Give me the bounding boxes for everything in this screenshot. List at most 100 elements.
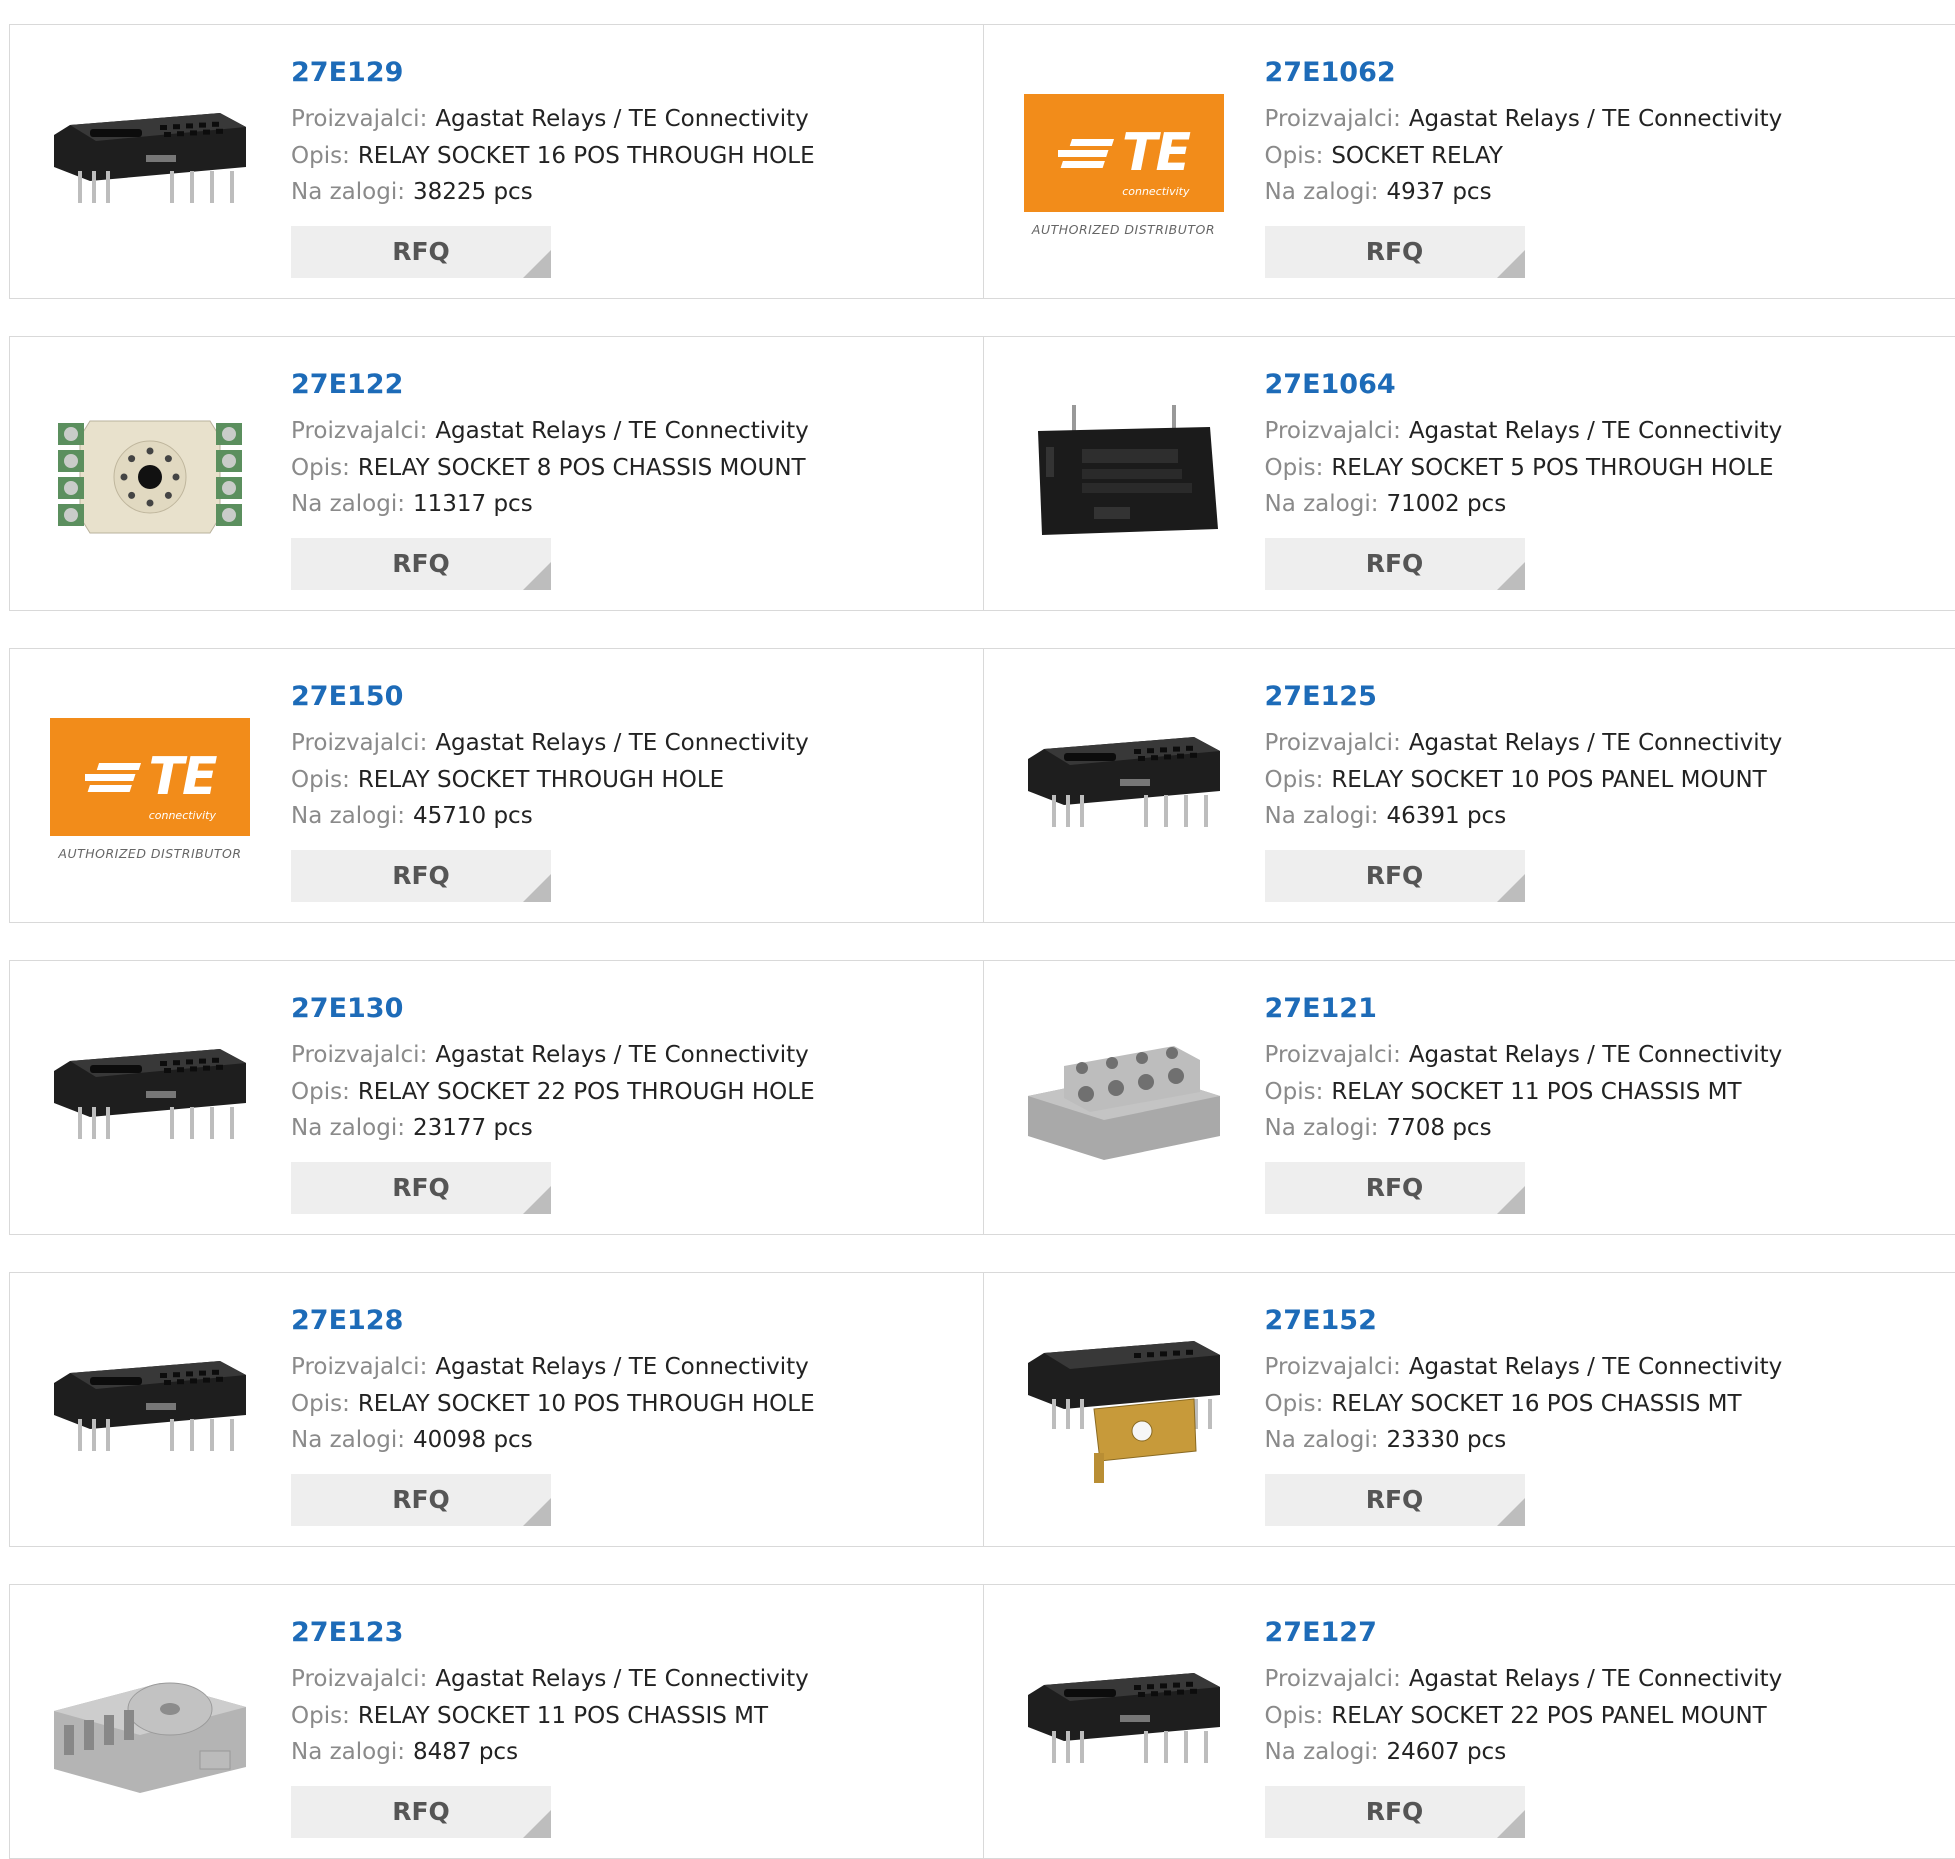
manufacturer-value: Agastat Relays / TE Connectivity — [435, 1042, 808, 1068]
product-info: 27E121 Proizvajalci:Agastat Relays / TE … — [1265, 991, 1946, 1214]
manufacturer-row: Proizvajalci:Agastat Relays / TE Connect… — [1265, 1661, 1946, 1698]
part-number-link[interactable]: 27E1062 — [1265, 55, 1946, 91]
description-label: Opis: — [1265, 1703, 1324, 1729]
stock-value: 71002 pcs — [1386, 491, 1506, 517]
product-card: TE connectivity AUTHORIZED DISTRIBUTOR 2… — [10, 649, 983, 922]
description-value: RELAY SOCKET 22 POS PANEL MOUNT — [1331, 1703, 1766, 1729]
authorized-distributor-badge: AUTHORIZED DISTRIBUTOR — [58, 846, 241, 861]
corner-triangle-icon — [523, 1810, 551, 1838]
part-number-link[interactable]: 27E121 — [1265, 991, 1946, 1027]
product-image[interactable] — [50, 377, 250, 577]
product-card: 27E1064 Proizvajalci:Agastat Relays / TE… — [983, 337, 1955, 610]
description-row: Opis:RELAY SOCKET 16 POS THROUGH HOLE — [291, 138, 973, 175]
stock-label: Na zalogi: — [291, 491, 405, 517]
product-card: 27E128 Proizvajalci:Agastat Relays / TE … — [10, 1273, 983, 1546]
manufacturer-label: Proizvajalci: — [1265, 730, 1401, 756]
rfq-button[interactable]: RFQ — [291, 226, 551, 278]
product-image[interactable] — [1024, 377, 1224, 577]
rfq-button[interactable]: RFQ — [1265, 538, 1525, 590]
rfq-button[interactable]: RFQ — [291, 1786, 551, 1838]
manufacturer-value: Agastat Relays / TE Connectivity — [435, 418, 808, 444]
description-row: Opis:RELAY SOCKET 16 POS CHASSIS MT — [1265, 1386, 1946, 1423]
beige-octal-socket-icon — [50, 407, 250, 547]
part-number-link[interactable]: 27E150 — [291, 679, 973, 715]
corner-triangle-icon — [1497, 1810, 1525, 1838]
part-number-link[interactable]: 27E130 — [291, 991, 973, 1027]
manufacturer-row: Proizvajalci:Agastat Relays / TE Connect… — [291, 1661, 973, 1698]
black-relay-socket-icon — [1024, 1665, 1224, 1785]
rfq-button[interactable]: RFQ — [1265, 1474, 1525, 1526]
corner-triangle-icon — [1497, 1498, 1525, 1526]
product-image[interactable] — [50, 1625, 250, 1825]
part-number-link[interactable]: 27E127 — [1265, 1615, 1946, 1651]
description-row: Opis:RELAY SOCKET 22 POS THROUGH HOLE — [291, 1074, 973, 1111]
corner-triangle-icon — [1497, 874, 1525, 902]
product-image[interactable] — [50, 1313, 250, 1513]
stock-label: Na zalogi: — [291, 803, 405, 829]
stock-row: Na zalogi: 45710 pcs — [291, 798, 973, 835]
rfq-button[interactable]: RFQ — [1265, 850, 1525, 902]
product-image[interactable] — [1024, 1313, 1224, 1513]
rfq-button[interactable]: RFQ — [291, 538, 551, 590]
rfq-button[interactable]: RFQ — [1265, 1786, 1525, 1838]
rfq-label: RFQ — [392, 1797, 450, 1826]
stock-label: Na zalogi: — [1265, 179, 1379, 205]
product-image[interactable] — [50, 1001, 250, 1201]
corner-triangle-icon — [1497, 250, 1525, 278]
description-label: Opis: — [1265, 455, 1324, 481]
product-info: 27E152 Proizvajalci:Agastat Relays / TE … — [1265, 1303, 1946, 1526]
manufacturer-value: Agastat Relays / TE Connectivity — [1409, 1666, 1782, 1692]
part-number-link[interactable]: 27E1064 — [1265, 367, 1946, 403]
product-image[interactable] — [1024, 689, 1224, 889]
rfq-label: RFQ — [1366, 861, 1424, 890]
product-card: 27E125 Proizvajalci:Agastat Relays / TE … — [983, 649, 1955, 922]
product-card: 27E127 Proizvajalci:Agastat Relays / TE … — [983, 1585, 1955, 1858]
stock-label: Na zalogi: — [291, 1427, 405, 1453]
stock-value: 23177 pcs — [413, 1115, 533, 1141]
part-number-link[interactable]: 27E128 — [291, 1303, 973, 1339]
rfq-button[interactable]: RFQ — [1265, 1162, 1525, 1214]
manufacturer-label: Proizvajalci: — [1265, 1354, 1401, 1380]
part-number-link[interactable]: 27E129 — [291, 55, 973, 91]
description-row: Opis:RELAY SOCKET 8 POS CHASSIS MOUNT — [291, 450, 973, 487]
manufacturer-label: Proizvajalci: — [1265, 418, 1401, 444]
manufacturer-row: Proizvajalci:Agastat Relays / TE Connect… — [291, 413, 973, 450]
gray-screw-socket-icon — [1024, 1036, 1224, 1166]
corner-triangle-icon — [1497, 1186, 1525, 1214]
product-image[interactable]: TE connectivity AUTHORIZED DISTRIBUTOR — [50, 689, 250, 889]
description-row: Opis:RELAY SOCKET 5 POS THROUGH HOLE — [1265, 450, 1946, 487]
rfq-label: RFQ — [1366, 549, 1424, 578]
manufacturer-value: Agastat Relays / TE Connectivity — [435, 106, 808, 132]
manufacturer-row: Proizvajalci:Agastat Relays / TE Connect… — [1265, 413, 1946, 450]
product-image[interactable] — [1024, 1001, 1224, 1201]
description-label: Opis: — [291, 1703, 350, 1729]
description-row: Opis: RELAY SOCKET 22 POS PANEL MOUNT — [1265, 1698, 1946, 1735]
product-info: 27E150 Proizvajalci:Agastat Relays / TE … — [291, 679, 973, 902]
stock-row: Na zalogi:23177 pcs — [291, 1110, 973, 1147]
part-number-link[interactable]: 27E122 — [291, 367, 973, 403]
stock-value: 45710 pcs — [413, 803, 533, 829]
product-image[interactable]: TE connectivity AUTHORIZED DISTRIBUTOR — [1024, 65, 1224, 265]
description-row: Opis:RELAY SOCKET 10 POS THROUGH HOLE — [291, 1386, 973, 1423]
part-number-link[interactable]: 27E152 — [1265, 1303, 1946, 1339]
authorized-distributor-badge: AUTHORIZED DISTRIBUTOR — [1032, 222, 1215, 237]
description-label: Opis: — [291, 1391, 350, 1417]
manufacturer-label: Proizvajalci: — [291, 730, 427, 756]
part-number-link[interactable]: 27E123 — [291, 1615, 973, 1651]
manufacturer-value: Agastat Relays / TE Connectivity — [1409, 106, 1782, 132]
rfq-button[interactable]: RFQ — [291, 1474, 551, 1526]
product-info: 27E129 Proizvajalci:Agastat Relays / TE … — [291, 55, 973, 278]
product-grid: 27E129 Proizvajalci:Agastat Relays / TE … — [9, 24, 1955, 1859]
description-label: Opis: — [1265, 767, 1324, 793]
manufacturer-row: Proizvajalci:Agastat Relays / TE Connect… — [291, 101, 973, 138]
product-info: 27E1064 Proizvajalci:Agastat Relays / TE… — [1265, 367, 1946, 590]
product-image[interactable] — [1024, 1625, 1224, 1825]
rfq-button[interactable]: RFQ — [291, 850, 551, 902]
rfq-button[interactable]: RFQ — [1265, 226, 1525, 278]
part-number-link[interactable]: 27E125 — [1265, 679, 1946, 715]
stock-value: 38225 pcs — [413, 179, 533, 205]
manufacturer-row: Proizvajalci:Agastat Relays / TE Connect… — [1265, 1037, 1946, 1074]
stock-row: Na zalogi:7708 pcs — [1265, 1110, 1946, 1147]
rfq-button[interactable]: RFQ — [291, 1162, 551, 1214]
product-image[interactable] — [50, 65, 250, 265]
